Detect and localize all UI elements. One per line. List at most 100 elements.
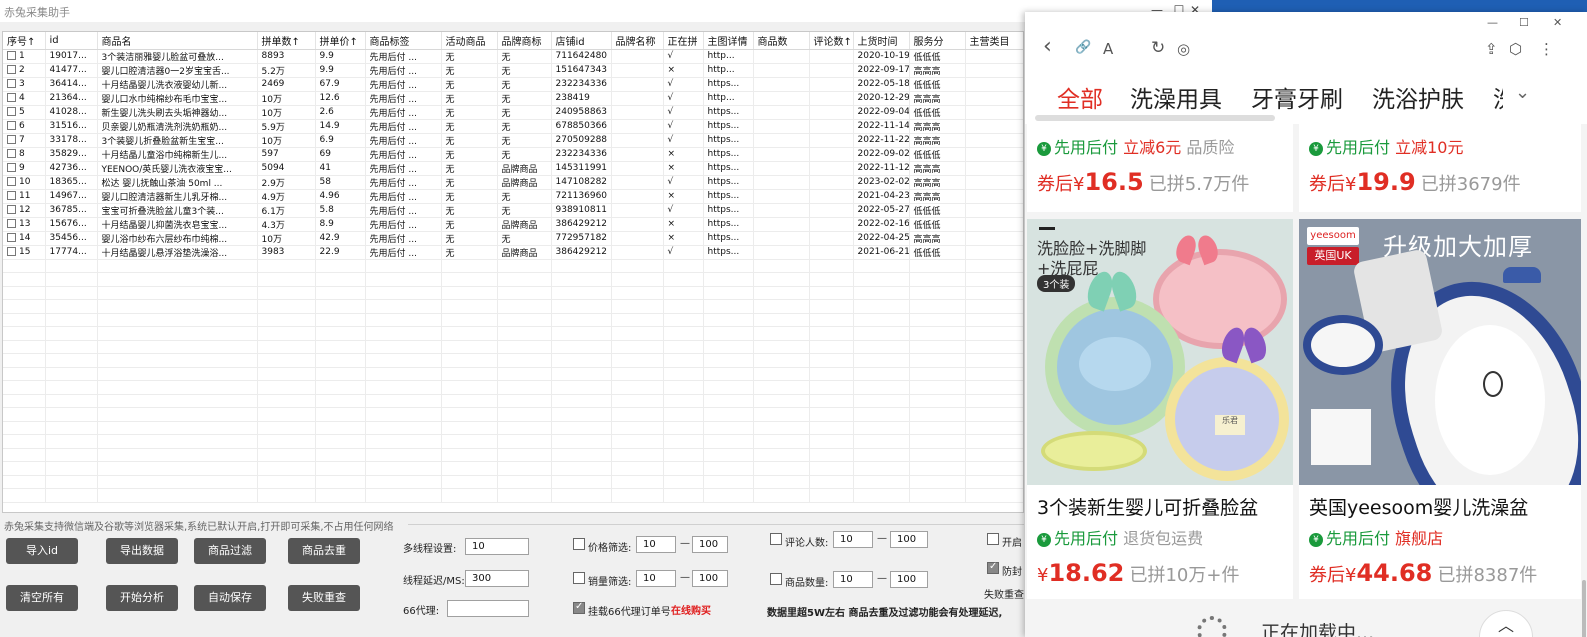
chevron-down-icon[interactable]: ⌄	[1515, 82, 1530, 103]
anti-block-checkbox[interactable]	[987, 561, 999, 574]
open-checkbox[interactable]	[987, 533, 999, 545]
proxy-input[interactable]	[447, 600, 529, 617]
table-row[interactable]: 4 21364... 婴儿口水巾纯棉纱布毛巾宝宝... 10万 12.6 先用后付 ...…	[3, 91, 1023, 106]
auto-save-button[interactable]: 自动保存	[194, 585, 266, 611]
table-row[interactable]: 5 41028... 新生婴儿洗头刷去头垢神器幼... 10万 2.6 先用后付 ... 无…	[3, 105, 1023, 120]
tab-bath-tools[interactable]: 洗澡用具	[1130, 80, 1222, 114]
table-row[interactable]: 14 35456... 婴儿浴巾纱布六层纱布巾纯棉... 10万 42.9 先用后付 ..…	[3, 231, 1023, 246]
table-row[interactable]: 15 17774... 十月结晶婴儿悬浮浴垫洗澡浴... 3983 22.9 先用后付 .…	[3, 245, 1023, 260]
table-row[interactable]: 7 33178... 3个装婴儿折叠脸盆新生宝宝... 10万 6.9 先用后付 ... 无…	[3, 133, 1023, 148]
more-icon[interactable]: ⋮	[1539, 40, 1554, 58]
empty-cell	[611, 326, 664, 341]
back-to-top-button[interactable]: ︿ 顶部	[1479, 610, 1533, 637]
product-grid[interactable]: 序号↑ id 商品名 拼单数↑ 拼单价↑ 商品标签 活动商品 品牌商标 店铺id 品牌名称 正在拼主…	[2, 31, 1024, 513]
sales-min-input[interactable]: 10	[636, 570, 676, 587]
font-size-icon[interactable]: A	[1103, 40, 1113, 58]
row-checkbox[interactable]	[7, 233, 16, 242]
table-row[interactable]: 8 35829... 十月结晶儿童浴巾纯棉新生儿... 597 69 先用后付 ... 无无…	[3, 147, 1023, 162]
column-header[interactable]: 主图详情	[703, 32, 754, 50]
column-header[interactable]: 活动商品	[441, 32, 498, 50]
product-card[interactable]: ¥ 先用后付 立减6元 品质险 券后¥16.5 已拼5.7万件	[1027, 124, 1293, 212]
row-checkbox[interactable]	[7, 219, 16, 228]
scrollbar[interactable]	[1582, 580, 1586, 637]
product-card[interactable]: ¥ 先用后付 立减10元 券后¥19.9 已拼3679件	[1299, 124, 1581, 212]
import-id-button[interactable]: 导入id	[6, 538, 78, 564]
table-row[interactable]: 11 14967... 婴儿口腔清洁器新生儿乳牙棉... 4.9万 4.96 先用后付 .…	[3, 189, 1023, 204]
row-checkbox[interactable]	[7, 121, 16, 130]
retry-failed-button[interactable]: 失败重查	[288, 585, 360, 611]
threads-input[interactable]: 10	[465, 538, 529, 555]
product-dedupe-button[interactable]: 商品去重	[288, 538, 360, 564]
price-max-input[interactable]: 100	[692, 536, 728, 553]
price-filter-checkbox[interactable]	[573, 538, 585, 550]
back-icon[interactable]: ‹	[1043, 34, 1052, 59]
column-header[interactable]: 正在拼	[663, 32, 704, 50]
column-header[interactable]: 主营类目	[965, 32, 1023, 50]
clear-all-button[interactable]: 清空所有	[6, 585, 78, 611]
product-card[interactable]: 洗脸脸+洗脚脚 +洗屁屁 3个装 乐君 3个装新生婴儿可折叠脸盆 ¥ 先用后付 …	[1027, 219, 1293, 599]
column-header[interactable]: 商品标签	[365, 32, 442, 50]
column-header[interactable]: 品牌名称	[611, 32, 664, 50]
start-analysis-button[interactable]: 开始分析	[106, 585, 178, 611]
sales-max-input[interactable]: 100	[692, 570, 728, 587]
column-header[interactable]: 拼单价↑	[315, 32, 366, 50]
product-card[interactable]: yeesoom 英国UK 升级加大加厚 英国yeesoom婴儿洗澡盆 ¥ 先用后付…	[1299, 219, 1581, 599]
row-checkbox[interactable]	[7, 163, 16, 172]
column-header[interactable]: 序号↑	[3, 32, 46, 50]
row-checkbox[interactable]	[7, 205, 16, 214]
column-header[interactable]: 品牌商标	[497, 32, 552, 50]
reviews-min-input[interactable]: 10	[833, 531, 873, 548]
table-cell: 10万	[257, 133, 316, 148]
table-row[interactable]: 1 19017... 3个装洁丽雅婴儿脸盆可叠放... 8893 9.9 先用后付 ...…	[3, 49, 1023, 64]
table-row[interactable]: 3 36414... 十月结晶婴儿洗衣液婴幼儿新... 2469 67.9 先用后付 ..…	[3, 77, 1023, 92]
count-filter-checkbox[interactable]	[770, 573, 782, 585]
table-row[interactable]: 10 18365... 松达 婴儿抚触山茶油 50ml ... 2.9万 58 先用后付 …	[3, 175, 1023, 190]
column-header[interactable]: 上货时间	[853, 32, 910, 50]
tab-all[interactable]: 全部	[1057, 80, 1103, 114]
row-checkbox[interactable]	[7, 107, 16, 116]
column-header[interactable]: 店铺id	[551, 32, 612, 50]
column-header[interactable]: 商品数	[753, 32, 810, 50]
row-checkbox[interactable]	[7, 65, 16, 74]
reviews-max-input[interactable]: 100	[890, 531, 928, 548]
tab-bath-skincare[interactable]: 洗浴护肤	[1372, 80, 1464, 114]
export-data-button[interactable]: 导出数据	[106, 538, 178, 564]
row-checkbox[interactable]	[7, 247, 16, 256]
row-checkbox[interactable]	[7, 93, 16, 102]
row-checkbox[interactable]	[7, 177, 16, 186]
maximize-icon[interactable]: ☐	[1519, 16, 1529, 29]
table-row[interactable]: 9 42736... YEENOO/英氏婴儿洗衣液宝宝... 5094 41 先用后付 .…	[3, 161, 1023, 176]
table-row[interactable]: 2 41477... 婴儿口腔清洁器0一2岁宝宝舌... 5.2万 9.9 先用后付 ..…	[3, 63, 1023, 78]
share-icon[interactable]: ⇪	[1485, 40, 1498, 58]
minimize-icon[interactable]: —	[1487, 16, 1498, 29]
row-checkbox[interactable]	[7, 149, 16, 158]
row-checkbox[interactable]	[7, 51, 16, 60]
refresh-icon[interactable]: ↻	[1151, 38, 1165, 58]
empty-row	[3, 259, 1023, 273]
reviews-filter-checkbox[interactable]	[770, 533, 782, 545]
count-max-input[interactable]: 100	[890, 571, 928, 588]
column-header[interactable]: 拼单数↑	[257, 32, 316, 50]
sales-filter-checkbox[interactable]	[573, 572, 585, 584]
cube-icon[interactable]: ⬡	[1509, 40, 1522, 58]
tab-toothpaste[interactable]: 牙膏牙刷	[1251, 80, 1343, 114]
row-checkbox[interactable]	[7, 191, 16, 200]
table-row[interactable]: 12 36785... 宝宝可折叠洗脸盆儿童3个装... 6.1万 5.8 先用后付 ..…	[3, 203, 1023, 218]
proxy-order-checkbox[interactable]	[573, 601, 585, 614]
column-header[interactable]: 评论数↑	[809, 32, 854, 50]
table-row[interactable]: 13 15676... 十月结晶婴儿抑菌洗衣皂宝宝... 4.3万 8.9 先用后付 ..…	[3, 217, 1023, 232]
close-icon[interactable]: ✕	[1553, 16, 1562, 29]
column-header[interactable]: 商品名	[97, 32, 258, 50]
column-header[interactable]: 服务分	[909, 32, 966, 50]
buy-online-link[interactable]: 在线购买	[671, 602, 711, 617]
delay-input[interactable]: 300	[465, 570, 529, 587]
link-icon[interactable]: 🔗	[1075, 40, 1091, 55]
compass-icon[interactable]: ◎	[1177, 40, 1190, 58]
price-min-input[interactable]: 10	[636, 536, 676, 553]
column-header[interactable]: id	[45, 32, 98, 50]
table-row[interactable]: 6 31516... 贝亲婴儿奶瓶清洗剂洗奶瓶奶... 5.9万 14.9 先用后付 ..…	[3, 119, 1023, 134]
row-checkbox[interactable]	[7, 135, 16, 144]
row-checkbox[interactable]	[7, 79, 16, 88]
count-min-input[interactable]: 10	[833, 571, 873, 588]
product-filter-button[interactable]: 商品过滤	[194, 538, 266, 564]
